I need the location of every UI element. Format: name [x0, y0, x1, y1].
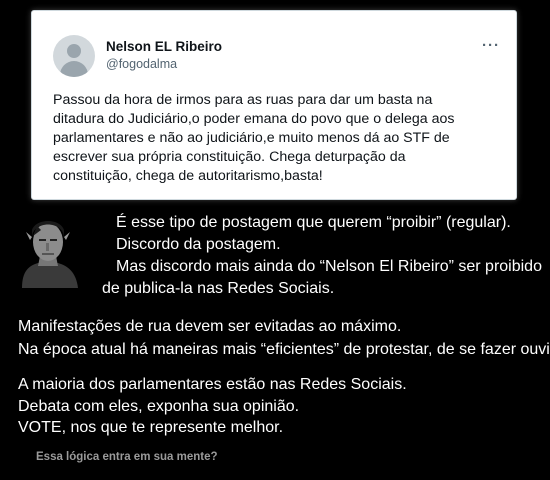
commentary-line-1: É esse tipo de postagem que querem “proi…	[116, 214, 511, 231]
closing-question: Essa lógica entra em sua mente?	[36, 451, 218, 463]
commentary-line-4: de publica-la nas Redes Sociais.	[102, 280, 335, 297]
commentary-line-7: A maioria dos parlamentares estão nas Re…	[18, 376, 407, 393]
commentary-line-5: Manifestações de rua devem ser evitadas …	[18, 318, 402, 335]
avatar[interactable]	[53, 35, 95, 77]
commentary-line-9: VOTE, nos que te represente melhor.	[18, 419, 284, 436]
tweet-card: Nelson EL Ribeiro @fogodalma ··· Passou …	[31, 10, 517, 200]
avatar-placeholder-icon	[67, 44, 81, 58]
author-handle[interactable]: @fogodalma	[106, 57, 177, 71]
author-name[interactable]: Nelson EL Ribeiro	[106, 39, 222, 54]
commentary-line-3: Mas discordo mais ainda do “Nelson El Ri…	[116, 258, 542, 275]
commentary-line-8: Debata com eles, exponha sua opinião.	[18, 398, 300, 415]
more-options-icon[interactable]: ···	[482, 37, 500, 54]
tweet-text: Passou da hora de irmos para as ruas par…	[53, 92, 455, 184]
commentary-line-6: Na época atual há maneiras mais “eficien…	[18, 341, 550, 358]
spock-portrait-icon	[22, 221, 78, 288]
commentary-line-2: Discordo da postagem.	[116, 236, 281, 253]
